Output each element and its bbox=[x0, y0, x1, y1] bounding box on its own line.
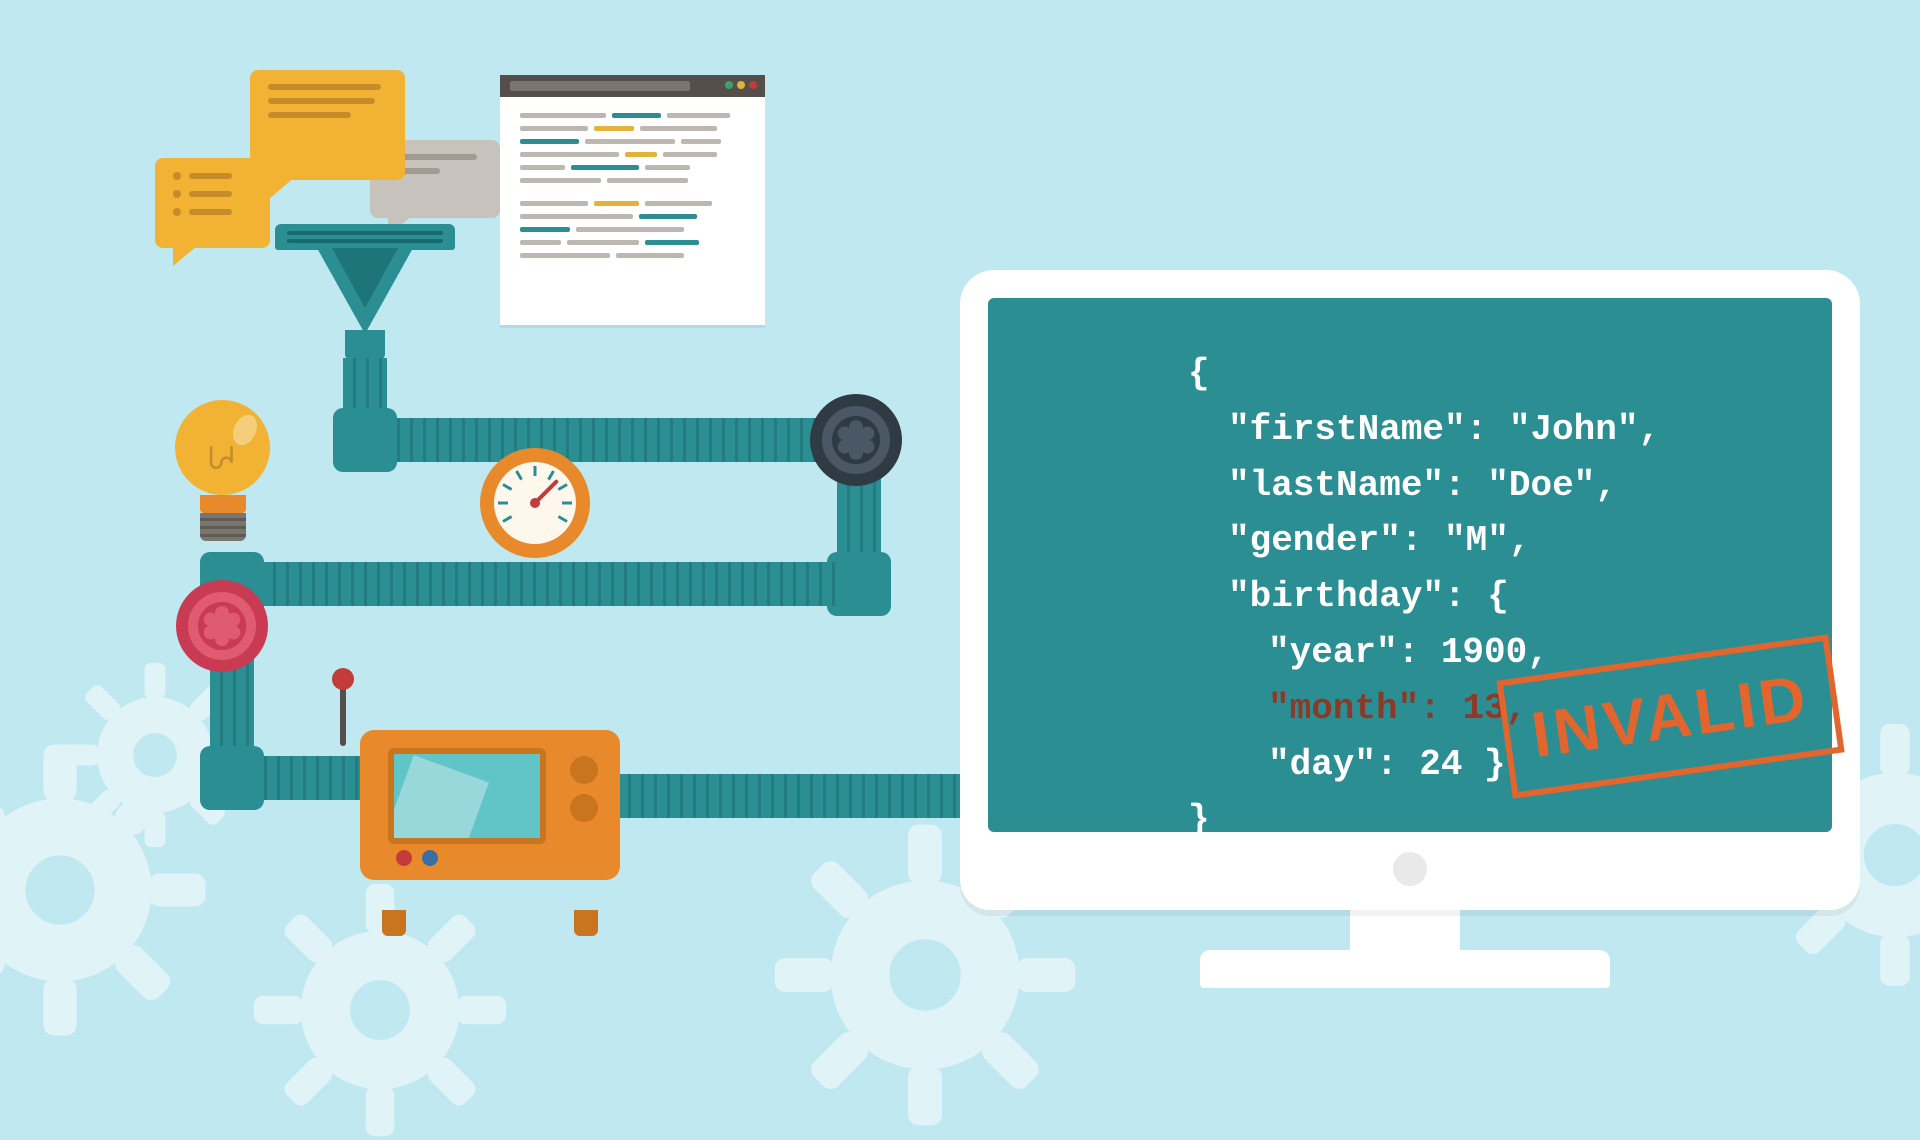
json-line: "firstName": "John", bbox=[1188, 402, 1792, 458]
monitor-stand-neck bbox=[1350, 905, 1460, 955]
monitor-stand-base bbox=[1200, 950, 1610, 988]
monitor-screen: { "firstName": "John", "lastName": "Doe"… bbox=[988, 298, 1832, 832]
machine-screen bbox=[388, 748, 546, 844]
json-line: "lastName": "Doe", bbox=[1188, 458, 1792, 514]
doc-titlebar bbox=[500, 75, 765, 97]
gauge-icon bbox=[480, 448, 590, 558]
funnel-outlet bbox=[345, 330, 385, 360]
pipe-segment bbox=[387, 418, 837, 462]
machine-knob bbox=[570, 794, 598, 822]
doc-body bbox=[500, 97, 765, 282]
machine-knob bbox=[570, 756, 598, 784]
funnel-tray-icon bbox=[275, 224, 455, 250]
json-line: "birthday": { bbox=[1188, 569, 1792, 625]
monitor-icon: { "firstName": "John", "lastName": "Doe"… bbox=[960, 270, 1860, 910]
red-valve-icon bbox=[176, 580, 268, 672]
machine-icon bbox=[360, 730, 620, 910]
machine-led-red bbox=[396, 850, 412, 866]
json-line: } bbox=[1188, 792, 1792, 848]
pipe-segment bbox=[254, 756, 374, 800]
funnel-inner bbox=[332, 248, 398, 308]
chat-bubble-yellow-icon bbox=[250, 70, 405, 180]
machine-antenna-icon bbox=[340, 686, 346, 746]
document-window-icon bbox=[500, 75, 765, 325]
lightbulb-icon bbox=[175, 400, 270, 540]
json-line: { bbox=[1188, 346, 1792, 402]
pipe-segment bbox=[250, 562, 838, 606]
json-line: "gender": "M", bbox=[1188, 513, 1792, 569]
gear-icon bbox=[250, 880, 510, 1140]
monitor-home-button-icon bbox=[1393, 852, 1427, 886]
pipe-to-monitor bbox=[618, 774, 964, 818]
dark-valve-icon bbox=[810, 394, 902, 486]
chat-bubble-list-icon bbox=[155, 158, 270, 248]
machine-led-blue bbox=[422, 850, 438, 866]
